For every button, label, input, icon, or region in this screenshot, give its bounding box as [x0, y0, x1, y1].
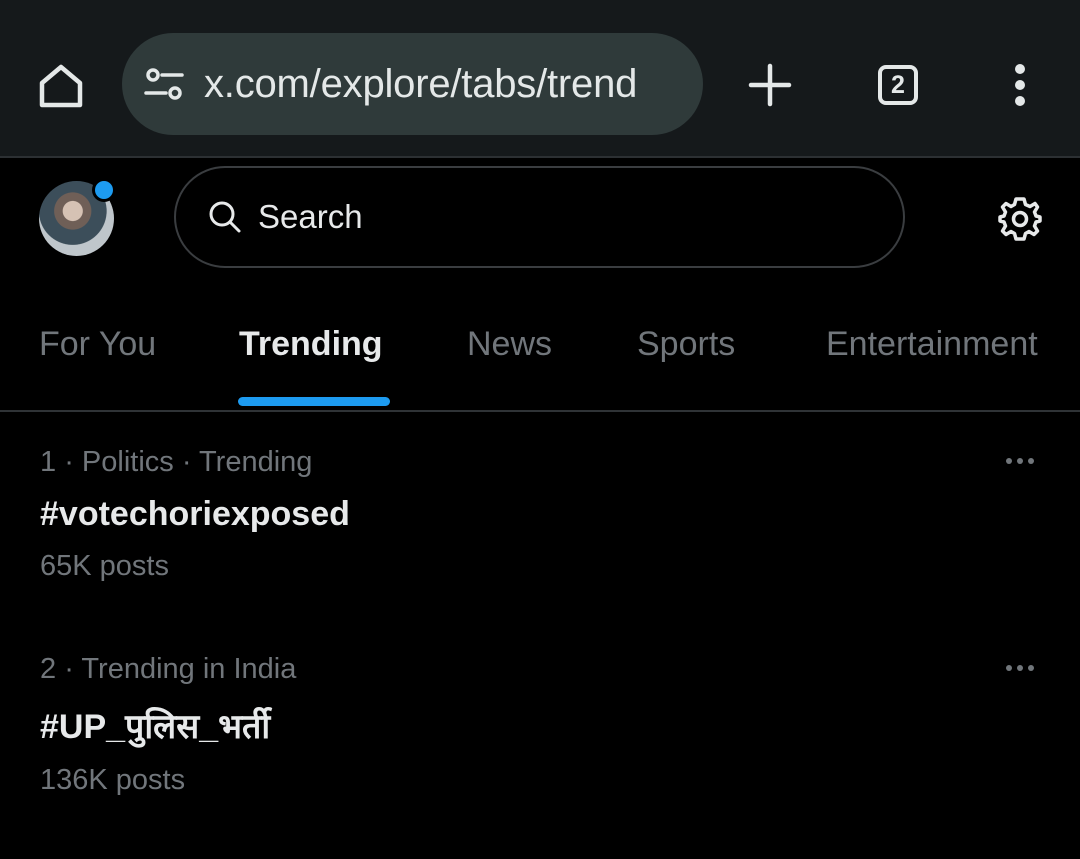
search-icon [208, 199, 244, 235]
plus-icon [748, 63, 792, 107]
home-icon [39, 64, 83, 108]
trend-rank: 2 [40, 653, 57, 685]
tab-switcher-button[interactable]: 2 [868, 55, 928, 115]
active-tab-indicator [238, 397, 390, 406]
new-tab-button[interactable] [740, 55, 800, 115]
trend-category: Politics · Trending [81, 446, 313, 478]
trend-category: Trending in India [81, 653, 297, 685]
trend-post-count: 65K posts [40, 550, 169, 582]
search-box[interactable] [174, 166, 905, 268]
site-settings-icon[interactable] [142, 62, 186, 106]
more-vertical-icon [1015, 64, 1025, 106]
browser-menu-button[interactable] [990, 55, 1050, 115]
settings-button[interactable] [996, 195, 1044, 243]
trend-post-count: 136K posts [40, 764, 186, 796]
tab-news[interactable]: News [467, 325, 552, 364]
more-horizontal-icon [1006, 458, 1012, 464]
gear-icon [998, 197, 1042, 241]
trend-item[interactable]: 1 · Politics · Trending #votechoriexpose… [40, 446, 1040, 583]
notification-dot [92, 178, 116, 202]
trend-item[interactable]: 2 · Trending in India #UP_पुलिस_भर्ती 13… [40, 653, 1040, 797]
trend-context: 2 · Trending in India [40, 653, 297, 685]
tab-entertainment[interactable]: Entertainment [826, 325, 1038, 364]
trend-context: 1 · Politics · Trending [40, 446, 313, 478]
trend-rank: 1 [40, 446, 57, 478]
search-input[interactable] [256, 197, 860, 237]
trend-name[interactable]: #UP_पुलिस_भर्ती [40, 702, 1040, 748]
tab-count: 2 [878, 65, 918, 105]
avatar[interactable] [39, 178, 116, 256]
more-horizontal-icon [1006, 665, 1012, 671]
browser-toolbar: x.com/explore/tabs/trend 2 [0, 0, 1080, 158]
address-bar[interactable]: x.com/explore/tabs/trend [122, 33, 703, 135]
tab-sports[interactable]: Sports [637, 325, 735, 364]
more-options-button[interactable] [1000, 446, 1040, 476]
url-text[interactable]: x.com/explore/tabs/trend [204, 62, 637, 107]
tab-trending[interactable]: Trending [239, 325, 383, 364]
trend-name[interactable]: #votechoriexposed [40, 495, 1040, 534]
explore-tabs: For You Trending News Sports Entertainme… [0, 300, 1080, 412]
tab-for-you[interactable]: For You [39, 325, 156, 364]
home-button[interactable] [30, 55, 92, 117]
more-options-button[interactable] [1000, 653, 1040, 683]
